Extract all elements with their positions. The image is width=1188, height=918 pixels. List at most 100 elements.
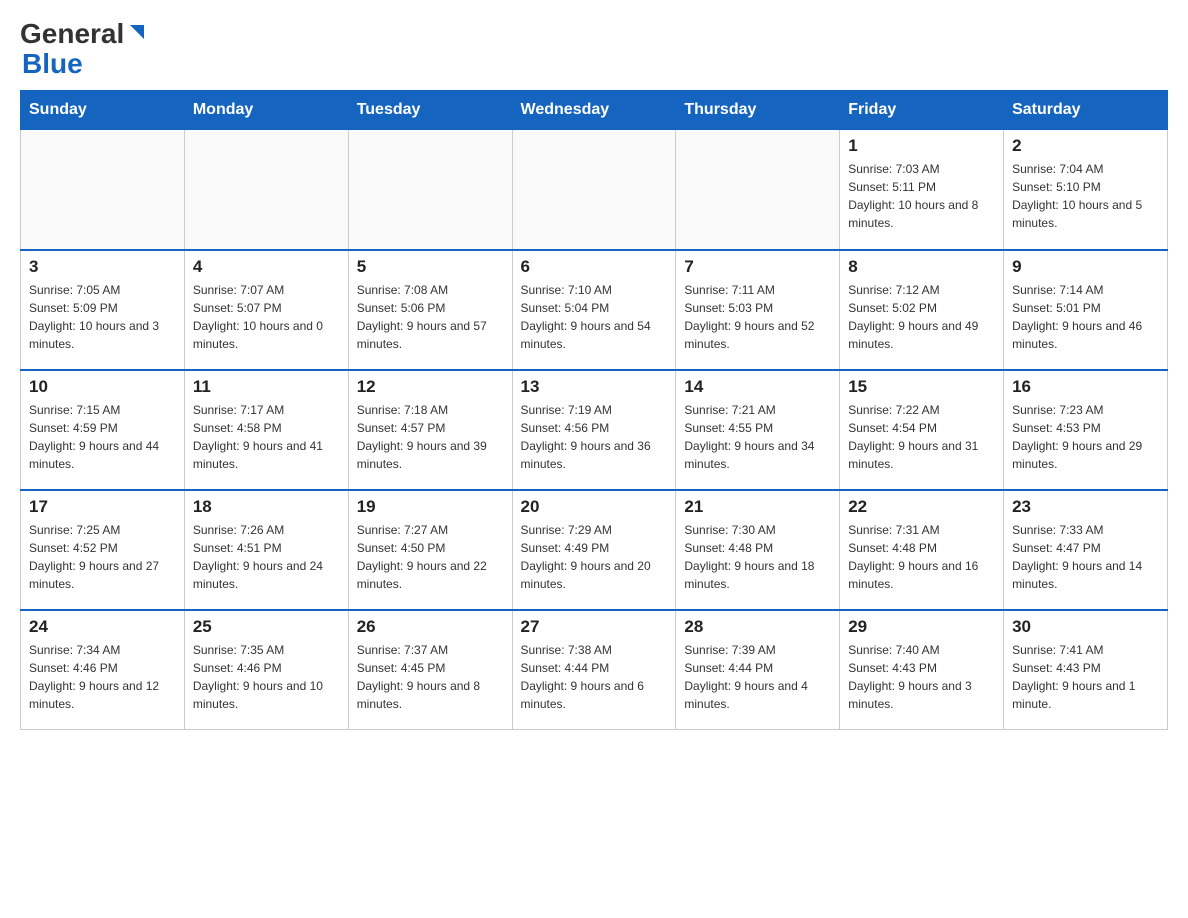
day-cell: 30Sunrise: 7:41 AMSunset: 4:43 PMDayligh… <box>1004 610 1168 730</box>
day-number: 21 <box>684 497 831 517</box>
day-number: 20 <box>521 497 668 517</box>
day-number: 3 <box>29 257 176 277</box>
calendar-table: SundayMondayTuesdayWednesdayThursdayFrid… <box>20 90 1168 730</box>
day-cell <box>676 130 840 250</box>
day-cell: 21 Sunrise: 7:30 AMSunset: 4:48 PMDayligh… <box>676 490 840 610</box>
day-info: Sunrise: 7:04 AMSunset: 5:10 PMDaylight:… <box>1012 160 1159 232</box>
day-number: 25 <box>193 617 340 637</box>
header-tuesday: Tuesday <box>348 91 512 130</box>
day-info: Sunrise: 7:14 AMSunset: 5:01 PMDaylight:… <box>1012 281 1159 353</box>
week-row-5: 24 Sunrise: 7:34 AMSunset: 4:46 PMDayligh… <box>21 610 1168 730</box>
day-cell: 15 Sunrise: 7:22 AMSunset: 4:54 PMDayligh… <box>840 370 1004 490</box>
day-info: Sunrise: 7:40 AMSunset: 4:43 PMDaylight:… <box>848 641 995 713</box>
day-number: 10 <box>29 377 176 397</box>
day-cell <box>348 130 512 250</box>
day-number: 14 <box>684 377 831 397</box>
day-info: Sunrise: 7:11 AMSunset: 5:03 PMDaylight:… <box>684 281 831 353</box>
day-cell: 17 Sunrise: 7:25 AMSunset: 4:52 PMDayligh… <box>21 490 185 610</box>
day-cell: 9 Sunrise: 7:14 AMSunset: 5:01 PMDaylight… <box>1004 250 1168 370</box>
header-wednesday: Wednesday <box>512 91 676 130</box>
day-number: 8 <box>848 257 995 277</box>
day-info: Sunrise: 7:35 AMSunset: 4:46 PMDaylight:… <box>193 641 340 713</box>
logo-icon <box>124 21 148 43</box>
day-number: 24 <box>29 617 176 637</box>
day-number: 30 <box>1012 617 1159 637</box>
day-number: 15 <box>848 377 995 397</box>
week-row-4: 17 Sunrise: 7:25 AMSunset: 4:52 PMDayligh… <box>21 490 1168 610</box>
day-info: Sunrise: 7:39 AMSunset: 4:44 PMDaylight:… <box>684 641 831 713</box>
day-cell: 27Sunrise: 7:38 AMSunset: 4:44 PMDayligh… <box>512 610 676 730</box>
logo-general-text: General <box>20 18 124 49</box>
day-info: Sunrise: 7:19 AMSunset: 4:56 PMDaylight:… <box>521 401 668 473</box>
day-info: Sunrise: 7:22 AMSunset: 4:54 PMDaylight:… <box>848 401 995 473</box>
header-saturday: Saturday <box>1004 91 1168 130</box>
day-number: 4 <box>193 257 340 277</box>
day-cell: 6Sunrise: 7:10 AMSunset: 5:04 PMDaylight… <box>512 250 676 370</box>
page-header: General Blue <box>20 20 1168 80</box>
day-info: Sunrise: 7:17 AMSunset: 4:58 PMDaylight:… <box>193 401 340 473</box>
weekday-header-row: SundayMondayTuesdayWednesdayThursdayFrid… <box>21 91 1168 130</box>
day-info: Sunrise: 7:29 AMSunset: 4:49 PMDaylight:… <box>521 521 668 593</box>
day-info: Sunrise: 7:37 AMSunset: 4:45 PMDaylight:… <box>357 641 504 713</box>
logo-text: General <box>20 20 148 48</box>
day-cell: 22 Sunrise: 7:31 AMSunset: 4:48 PMDayligh… <box>840 490 1004 610</box>
day-number: 19 <box>357 497 504 517</box>
day-cell <box>184 130 348 250</box>
day-number: 2 <box>1012 136 1159 156</box>
day-cell: 29 Sunrise: 7:40 AMSunset: 4:43 PMDayligh… <box>840 610 1004 730</box>
day-cell: 12 Sunrise: 7:18 AMSunset: 4:57 PMDayligh… <box>348 370 512 490</box>
day-number: 29 <box>848 617 995 637</box>
day-info: Sunrise: 7:10 AMSunset: 5:04 PMDaylight:… <box>521 281 668 353</box>
day-cell: 7 Sunrise: 7:11 AMSunset: 5:03 PMDaylight… <box>676 250 840 370</box>
day-number: 12 <box>357 377 504 397</box>
day-number: 9 <box>1012 257 1159 277</box>
week-row-2: 3 Sunrise: 7:05 AMSunset: 5:09 PMDaylight… <box>21 250 1168 370</box>
day-cell: 23Sunrise: 7:33 AMSunset: 4:47 PMDayligh… <box>1004 490 1168 610</box>
day-cell: 26 Sunrise: 7:37 AMSunset: 4:45 PMDayligh… <box>348 610 512 730</box>
day-info: Sunrise: 7:27 AMSunset: 4:50 PMDaylight:… <box>357 521 504 593</box>
day-cell: 8 Sunrise: 7:12 AMSunset: 5:02 PMDaylight… <box>840 250 1004 370</box>
day-cell: 25 Sunrise: 7:35 AMSunset: 4:46 PMDayligh… <box>184 610 348 730</box>
week-row-1: 1 Sunrise: 7:03 AMSunset: 5:11 PMDaylight… <box>21 130 1168 250</box>
day-number: 11 <box>193 377 340 397</box>
day-cell: 28 Sunrise: 7:39 AMSunset: 4:44 PMDayligh… <box>676 610 840 730</box>
day-number: 17 <box>29 497 176 517</box>
day-info: Sunrise: 7:25 AMSunset: 4:52 PMDaylight:… <box>29 521 176 593</box>
day-info: Sunrise: 7:15 AMSunset: 4:59 PMDaylight:… <box>29 401 176 473</box>
day-info: Sunrise: 7:21 AMSunset: 4:55 PMDaylight:… <box>684 401 831 473</box>
day-info: Sunrise: 7:38 AMSunset: 4:44 PMDaylight:… <box>521 641 668 713</box>
week-row-3: 10 Sunrise: 7:15 AMSunset: 4:59 PMDayligh… <box>21 370 1168 490</box>
day-cell: 10 Sunrise: 7:15 AMSunset: 4:59 PMDayligh… <box>21 370 185 490</box>
day-number: 22 <box>848 497 995 517</box>
day-cell: 1 Sunrise: 7:03 AMSunset: 5:11 PMDaylight… <box>840 130 1004 250</box>
day-info: Sunrise: 7:23 AMSunset: 4:53 PMDaylight:… <box>1012 401 1159 473</box>
day-info: Sunrise: 7:12 AMSunset: 5:02 PMDaylight:… <box>848 281 995 353</box>
day-number: 26 <box>357 617 504 637</box>
day-number: 28 <box>684 617 831 637</box>
day-number: 18 <box>193 497 340 517</box>
day-info: Sunrise: 7:03 AMSunset: 5:11 PMDaylight:… <box>848 160 995 232</box>
day-info: Sunrise: 7:05 AMSunset: 5:09 PMDaylight:… <box>29 281 176 353</box>
logo: General Blue <box>20 20 148 80</box>
day-cell: 2 Sunrise: 7:04 AMSunset: 5:10 PMDaylight… <box>1004 130 1168 250</box>
day-number: 7 <box>684 257 831 277</box>
day-info: Sunrise: 7:30 AMSunset: 4:48 PMDaylight:… <box>684 521 831 593</box>
day-cell <box>21 130 185 250</box>
header-monday: Monday <box>184 91 348 130</box>
day-cell: 18Sunrise: 7:26 AMSunset: 4:51 PMDayligh… <box>184 490 348 610</box>
day-info: Sunrise: 7:07 AMSunset: 5:07 PMDaylight:… <box>193 281 340 353</box>
day-number: 5 <box>357 257 504 277</box>
day-cell: 24 Sunrise: 7:34 AMSunset: 4:46 PMDayligh… <box>21 610 185 730</box>
day-cell: 14 Sunrise: 7:21 AMSunset: 4:55 PMDayligh… <box>676 370 840 490</box>
day-info: Sunrise: 7:31 AMSunset: 4:48 PMDaylight:… <box>848 521 995 593</box>
day-info: Sunrise: 7:18 AMSunset: 4:57 PMDaylight:… <box>357 401 504 473</box>
day-cell <box>512 130 676 250</box>
day-cell: 11 Sunrise: 7:17 AMSunset: 4:58 PMDayligh… <box>184 370 348 490</box>
day-number: 1 <box>848 136 995 156</box>
day-info: Sunrise: 7:34 AMSunset: 4:46 PMDaylight:… <box>29 641 176 713</box>
day-cell: 4 Sunrise: 7:07 AMSunset: 5:07 PMDaylight… <box>184 250 348 370</box>
day-info: Sunrise: 7:33 AMSunset: 4:47 PMDaylight:… <box>1012 521 1159 593</box>
header-friday: Friday <box>840 91 1004 130</box>
day-cell: 3 Sunrise: 7:05 AMSunset: 5:09 PMDaylight… <box>21 250 185 370</box>
header-sunday: Sunday <box>21 91 185 130</box>
